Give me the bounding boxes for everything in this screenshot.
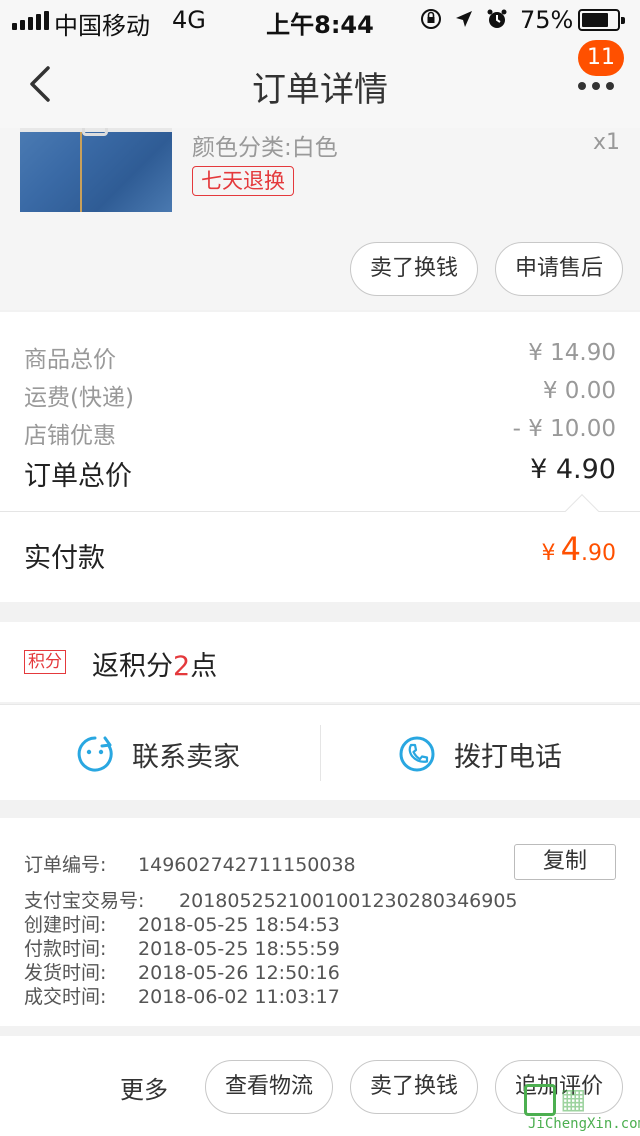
points-text: 返积分2点 [92, 644, 217, 683]
phone-icon [399, 736, 435, 772]
points-amount: 2 [173, 651, 191, 682]
paid-integer: 4 [560, 530, 581, 568]
created-time-label: 创建时间: [24, 914, 107, 936]
currency-symbol: ¥ [541, 541, 556, 566]
total-value: ¥ 4.90 [530, 454, 616, 485]
sell-resale-button-bottom[interactable]: 卖了换钱 [350, 1060, 478, 1114]
navigation-bar: 订单详情 11 [0, 40, 640, 128]
price-value: ¥ 0.00 [542, 378, 616, 404]
contact-section: 联系卖家 拨打电话 [0, 704, 640, 800]
watermark-glyph: ▦ [560, 1082, 587, 1115]
pointer-caret [565, 494, 599, 528]
created-time-value: 2018-05-25 18:54:53 [138, 914, 340, 936]
status-icons [420, 8, 508, 30]
completed-time-label: 成交时间: [24, 986, 107, 1008]
shipped-time-value: 2018-05-26 12:50:16 [138, 962, 340, 984]
watermark-logo-icon [524, 1084, 556, 1116]
alarm-icon [487, 9, 507, 28]
page-title: 订单详情 [252, 70, 388, 110]
created-time-row: 创建时间: 2018-05-25 18:54:53 [24, 910, 340, 937]
price-label: 运费(快递) [24, 385, 134, 411]
completed-time-value: 2018-06-02 11:03:17 [138, 986, 340, 1008]
price-row-total: 订单总价 ¥ 4.90 [24, 454, 616, 493]
paid-label: 实付款 [24, 543, 105, 574]
alipay-number-label: 支付宝交易号: [24, 890, 145, 912]
after-sales-button[interactable]: 申请售后 [495, 242, 623, 296]
alipay-number-value: 2018052521001001230280346905 [179, 890, 518, 912]
more-button[interactable]: 更多 [120, 1070, 168, 1105]
total-label: 订单总价 [24, 461, 132, 492]
battery-percentage: 75% [520, 6, 574, 34]
divider [0, 511, 640, 512]
price-summary: 商品总价 ¥ 14.90 运费(快递) ¥ 0.00 店铺优惠 - ¥ 10.0… [0, 312, 640, 602]
return-policy-tag: 七天退换 [192, 166, 294, 196]
call-phone-button[interactable]: 拨打电话 [320, 705, 640, 801]
call-phone-label: 拨打电话 [454, 742, 562, 773]
chat-face-icon [77, 736, 113, 772]
points-tag: 积分 [24, 650, 66, 674]
price-row-shipping: 运费(快递) ¥ 0.00 [24, 378, 616, 412]
paid-time-value: 2018-05-25 18:55:59 [138, 938, 340, 960]
view-logistics-button[interactable]: 查看物流 [205, 1060, 333, 1114]
contact-seller-label: 联系卖家 [132, 742, 240, 773]
product-thumbnail[interactable] [20, 128, 172, 212]
orientation-lock-icon [421, 9, 441, 29]
order-number-value: 149602742711150038 [138, 854, 356, 876]
order-number-label: 订单编号: [24, 854, 107, 876]
notification-badge: 11 [578, 40, 624, 76]
watermark-text: JiChengXin.com [528, 1116, 640, 1132]
alipay-number-row: 支付宝交易号: 2018052521001001230280346905 [24, 886, 518, 913]
site-watermark: ▦ JiChengXin.com [522, 1082, 640, 1136]
price-value: ¥ 14.90 [528, 340, 616, 366]
sell-resale-button[interactable]: 卖了换钱 [350, 242, 478, 296]
order-info-section: 订单编号: 149602742711150038 复制 支付宝交易号: 2018… [0, 818, 640, 1026]
points-suffix: 点 [190, 651, 218, 682]
price-label: 店铺优惠 [24, 423, 116, 449]
price-label: 商品总价 [24, 347, 116, 373]
paid-amount: ¥ 4.90 [542, 530, 616, 568]
copy-button[interactable]: 复制 [514, 844, 616, 880]
paid-time-label: 付款时间: [24, 938, 107, 960]
points-section: 积分 返积分2点 [0, 622, 640, 702]
paid-time-row: 付款时间: 2018-05-25 18:55:59 [24, 934, 340, 961]
product-section: 颜色分类:白色 x1 七天退换 卖了换钱 申请售后 [0, 128, 640, 310]
price-value: - ¥ 10.00 [512, 416, 616, 442]
points-prefix: 返积分 [92, 651, 173, 682]
order-number-row: 订单编号: 149602742711150038 [24, 850, 356, 877]
price-row-subtotal: 商品总价 ¥ 14.90 [24, 340, 616, 374]
shipped-time-row: 发货时间: 2018-05-26 12:50:16 [24, 958, 340, 985]
battery-icon [578, 9, 625, 31]
price-row-discount: 店铺优惠 - ¥ 10.00 [24, 416, 616, 450]
location-arrow-icon [456, 11, 472, 27]
product-sku: 颜色分类:白色 [192, 135, 338, 161]
product-quantity: x1 [592, 130, 620, 155]
paid-decimal: .90 [581, 541, 616, 566]
shipped-time-label: 发货时间: [24, 962, 107, 984]
contact-seller-button[interactable]: 联系卖家 [0, 705, 320, 801]
completed-time-row: 成交时间: 2018-06-02 11:03:17 [24, 982, 340, 1009]
status-bar: 中国移动 4G 上午8:44 75% [0, 0, 640, 40]
more-dots-icon [578, 82, 614, 90]
